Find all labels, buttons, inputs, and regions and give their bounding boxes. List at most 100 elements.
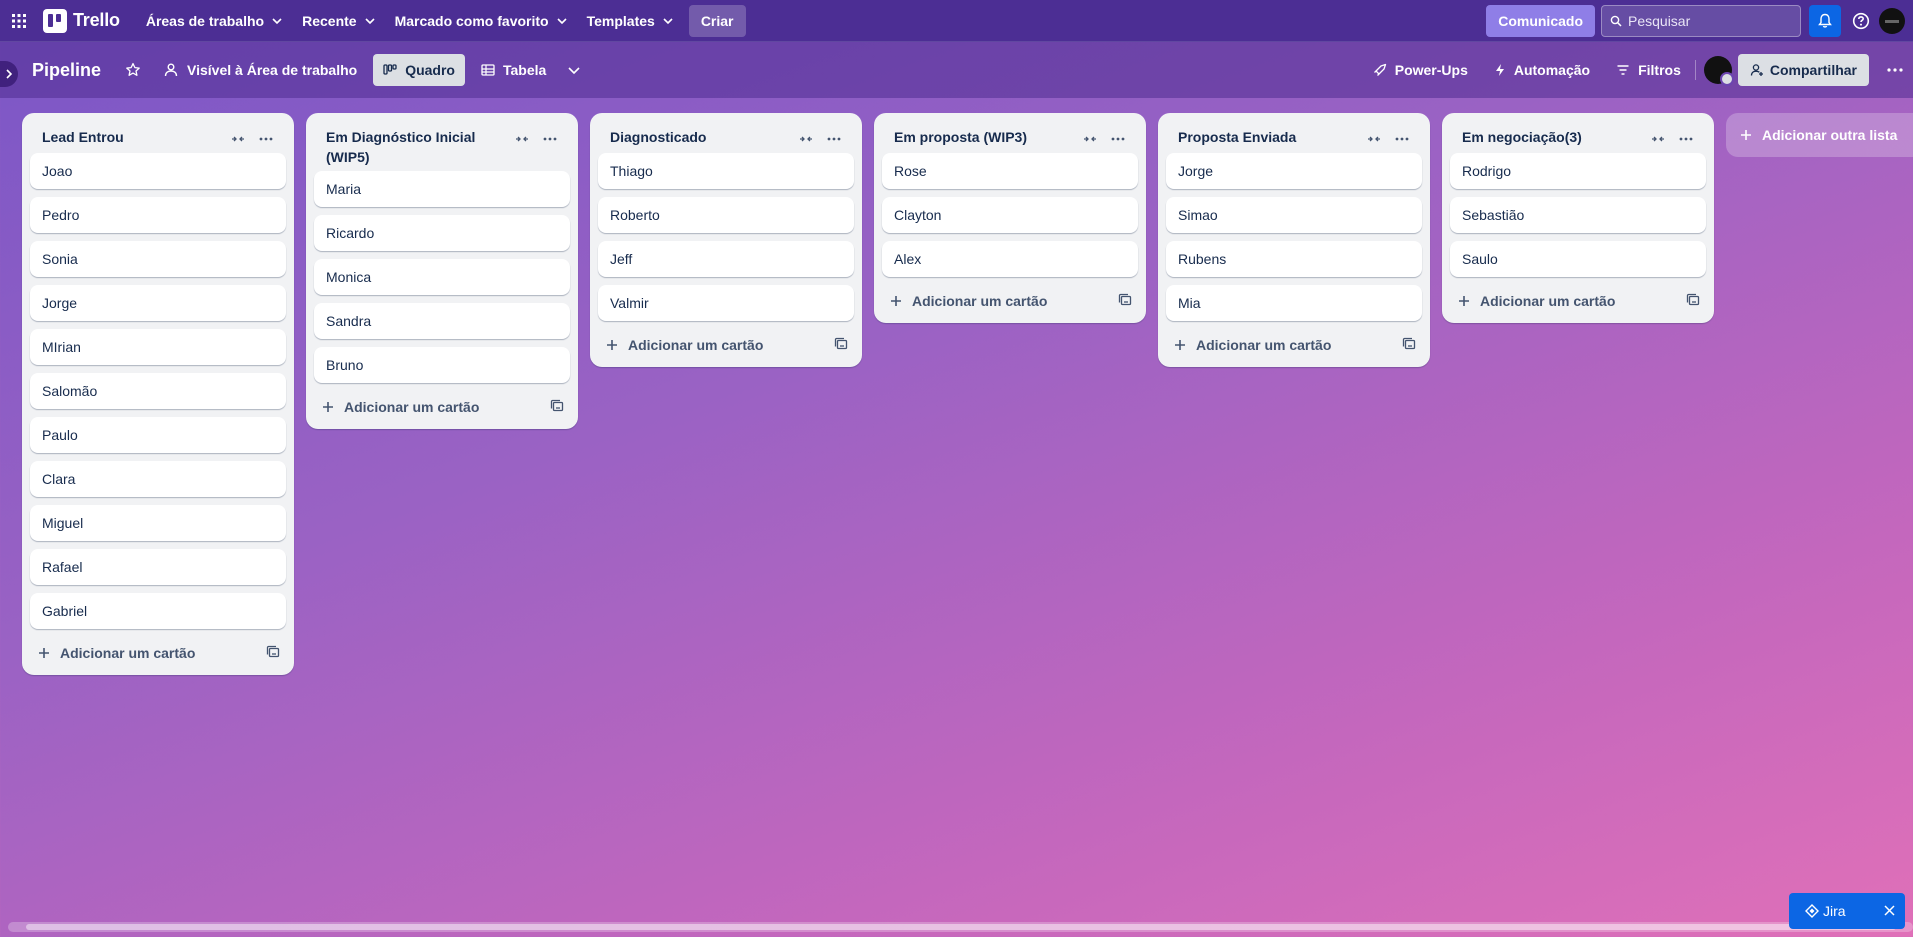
- list[interactable]: Lead Entrou Joao Pedro Sonia Jorge MIrian Sal…: [22, 113, 294, 675]
- more-views-button[interactable]: [560, 56, 588, 84]
- card[interactable]: Rose: [882, 153, 1138, 189]
- list-title[interactable]: Diagnosticado: [610, 127, 706, 147]
- jira-widget[interactable]: Jira: [1789, 893, 1905, 929]
- card[interactable]: Salomão: [30, 373, 286, 409]
- create-from-template-icon[interactable]: [550, 399, 564, 416]
- collapse-list-icon[interactable]: [1360, 129, 1388, 149]
- star-board-button[interactable]: [119, 56, 147, 84]
- starred-menu[interactable]: Marcado como favorito: [385, 5, 577, 37]
- card[interactable]: Monica: [314, 259, 570, 295]
- create-button[interactable]: Criar: [688, 4, 746, 37]
- list-menu-icon[interactable]: [252, 129, 280, 149]
- card[interactable]: Alex: [882, 241, 1138, 277]
- close-icon[interactable]: [1884, 903, 1895, 919]
- add-card-button[interactable]: Adicionar um cartão: [1166, 329, 1422, 361]
- view-tab-board[interactable]: Quadro: [373, 54, 465, 86]
- card[interactable]: Thiago: [598, 153, 854, 189]
- list-title[interactable]: Em negociação(3): [1462, 127, 1582, 147]
- card[interactable]: Valmir: [598, 285, 854, 321]
- card[interactable]: Gabriel: [30, 593, 286, 629]
- card[interactable]: Paulo: [30, 417, 286, 453]
- board-menu-button[interactable]: [1879, 54, 1911, 86]
- account-avatar[interactable]: [1879, 8, 1905, 34]
- list-menu-icon[interactable]: [1672, 129, 1700, 149]
- card[interactable]: Jorge: [1166, 153, 1422, 189]
- create-from-template-icon[interactable]: [1118, 293, 1132, 310]
- board-title[interactable]: Pipeline: [32, 60, 101, 81]
- automation-button[interactable]: Automação: [1484, 54, 1600, 86]
- list[interactable]: Diagnosticado Thiago Roberto Jeff Valmir Ad…: [590, 113, 862, 367]
- list-menu-icon[interactable]: [820, 129, 848, 149]
- list-menu-icon[interactable]: [536, 129, 564, 149]
- add-card-button[interactable]: Adicionar um cartão: [882, 285, 1138, 317]
- card[interactable]: Saulo: [1450, 241, 1706, 277]
- card[interactable]: Clara: [30, 461, 286, 497]
- card[interactable]: Clayton: [882, 197, 1138, 233]
- create-from-template-icon[interactable]: [1402, 337, 1416, 354]
- search-box[interactable]: [1601, 5, 1801, 37]
- card[interactable]: Maria: [314, 171, 570, 207]
- create-from-template-icon[interactable]: [834, 337, 848, 354]
- scrollbar-thumb[interactable]: [26, 924, 1896, 930]
- card[interactable]: Sonia: [30, 241, 286, 277]
- visibility-button[interactable]: Visível à Área de trabalho: [153, 54, 367, 86]
- list[interactable]: Em negociação(3) Rodrigo Sebastião Saulo A…: [1442, 113, 1714, 323]
- card[interactable]: Bruno: [314, 347, 570, 383]
- sidebar-toggle[interactable]: [0, 61, 18, 87]
- collapse-list-icon[interactable]: [508, 129, 536, 149]
- card[interactable]: Rubens: [1166, 241, 1422, 277]
- list-title[interactable]: Proposta Enviada: [1178, 127, 1296, 147]
- card[interactable]: Sandra: [314, 303, 570, 339]
- list[interactable]: Proposta Enviada Jorge Simao Rubens Mia Adi…: [1158, 113, 1430, 367]
- add-list-button[interactable]: Adicionar outra lista: [1726, 113, 1913, 157]
- collapse-list-icon[interactable]: [224, 129, 252, 149]
- card[interactable]: Sebastião: [1450, 197, 1706, 233]
- recent-menu[interactable]: Recente: [292, 5, 384, 37]
- card[interactable]: Mia: [1166, 285, 1422, 321]
- list-header[interactable]: Lead Entrou: [30, 121, 286, 153]
- card[interactable]: Rafael: [30, 549, 286, 585]
- filters-button[interactable]: Filtros: [1606, 54, 1691, 86]
- card[interactable]: Roberto: [598, 197, 854, 233]
- list-title[interactable]: Lead Entrou: [42, 127, 124, 147]
- create-from-template-icon[interactable]: [266, 645, 280, 662]
- card[interactable]: Rodrigo: [1450, 153, 1706, 189]
- templates-menu[interactable]: Templates: [577, 5, 683, 37]
- card[interactable]: Miguel: [30, 505, 286, 541]
- add-card-button[interactable]: Adicionar um cartão: [314, 391, 570, 423]
- create-from-template-icon[interactable]: [1686, 293, 1700, 310]
- list-title[interactable]: Em proposta (WIP3): [894, 127, 1027, 147]
- notifications-button[interactable]: [1809, 5, 1841, 37]
- card[interactable]: Jorge: [30, 285, 286, 321]
- announcement-button[interactable]: Comunicado: [1486, 5, 1595, 37]
- list[interactable]: Em proposta (WIP3) Rose Clayton Alex Adici…: [874, 113, 1146, 323]
- workspaces-menu[interactable]: Áreas de trabalho: [136, 5, 292, 37]
- card[interactable]: Joao: [30, 153, 286, 189]
- horizontal-scrollbar[interactable]: [8, 922, 1913, 932]
- member-avatar[interactable]: [1703, 56, 1734, 86]
- share-button[interactable]: Compartilhar: [1737, 54, 1869, 86]
- help-button[interactable]: [1847, 5, 1875, 37]
- list-header[interactable]: Em proposta (WIP3): [882, 121, 1138, 153]
- card[interactable]: Pedro: [30, 197, 286, 233]
- card[interactable]: Ricardo: [314, 215, 570, 251]
- card[interactable]: MIrian: [30, 329, 286, 365]
- list[interactable]: Em Diagnóstico Inicial (WIP5) Maria Ricar…: [306, 113, 578, 429]
- collapse-list-icon[interactable]: [1644, 129, 1672, 149]
- add-card-button[interactable]: Adicionar um cartão: [1450, 285, 1706, 317]
- list-header[interactable]: Em negociação(3): [1450, 121, 1706, 153]
- app-switcher-icon[interactable]: [1, 5, 37, 37]
- card[interactable]: Simao: [1166, 197, 1422, 233]
- list-header[interactable]: Diagnosticado: [598, 121, 854, 153]
- trello-logo[interactable]: Trello: [37, 5, 126, 37]
- collapse-list-icon[interactable]: [1076, 129, 1104, 149]
- collapse-list-icon[interactable]: [792, 129, 820, 149]
- add-card-button[interactable]: Adicionar um cartão: [598, 329, 854, 361]
- list-menu-icon[interactable]: [1388, 129, 1416, 149]
- list-header[interactable]: Em Diagnóstico Inicial (WIP5): [314, 121, 570, 171]
- list-title[interactable]: Em Diagnóstico Inicial (WIP5): [326, 127, 506, 167]
- add-card-button[interactable]: Adicionar um cartão: [30, 637, 286, 669]
- card[interactable]: Jeff: [598, 241, 854, 277]
- view-tab-table[interactable]: Tabela: [471, 54, 556, 86]
- list-header[interactable]: Proposta Enviada: [1166, 121, 1422, 153]
